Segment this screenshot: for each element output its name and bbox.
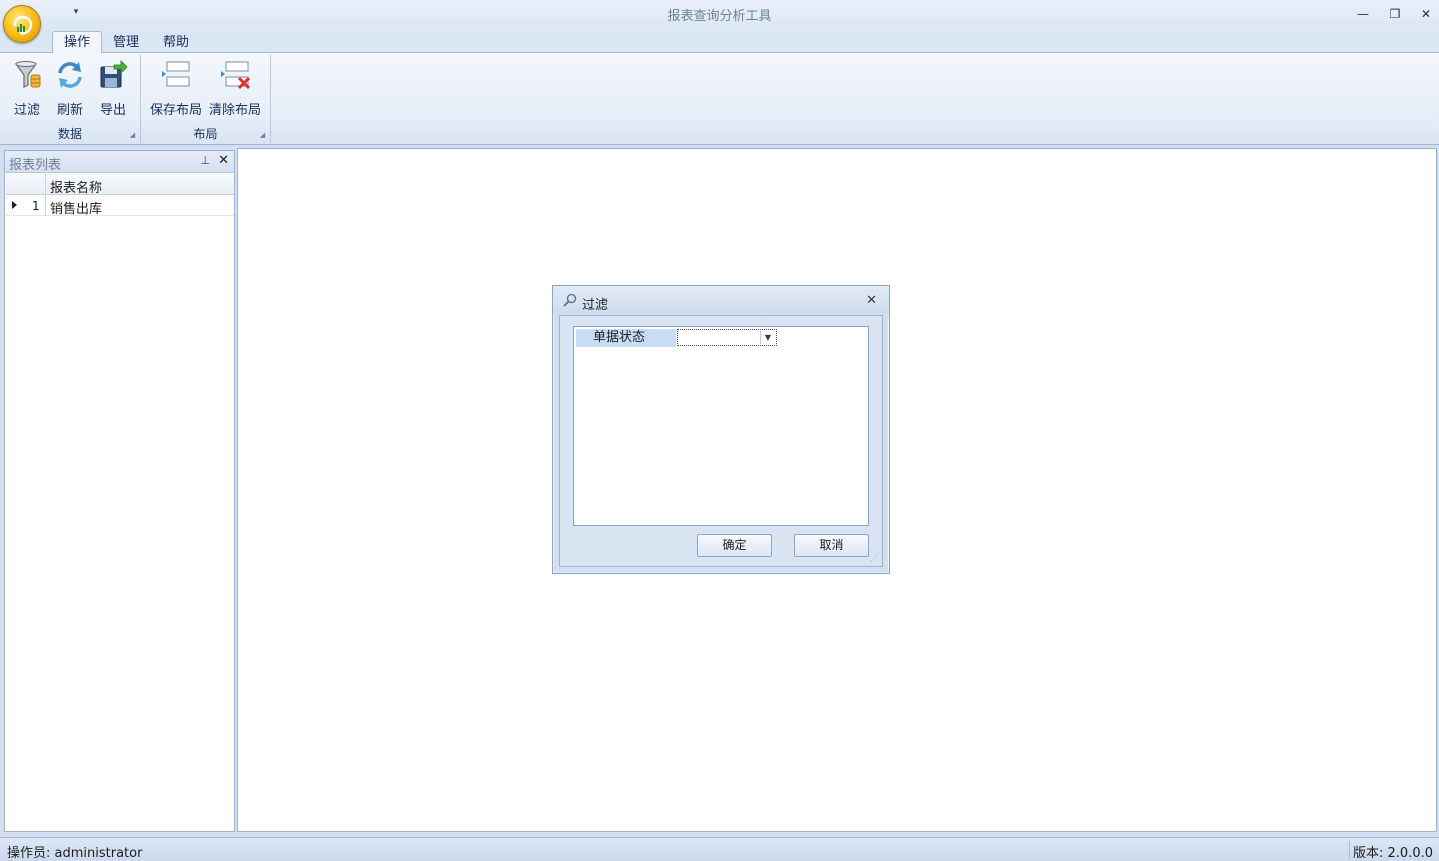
pin-icon[interactable]: ⊥ bbox=[200, 154, 210, 167]
clear-layout-button[interactable]: 清除布局 bbox=[209, 59, 262, 118]
export-icon bbox=[100, 60, 128, 88]
app-logo-icon bbox=[13, 15, 33, 36]
close-button[interactable]: ✕ bbox=[1416, 6, 1436, 22]
save-layout-button-label: 保存布局 bbox=[150, 103, 203, 118]
magnifier-icon bbox=[563, 293, 577, 307]
resize-grip-icon[interactable]: ⋰ bbox=[870, 554, 880, 564]
report-list-panel: 报表列表 ⊥ ✕ 报表名称 1 销售出库 bbox=[4, 150, 235, 832]
report-name-cell[interactable]: 销售出库 bbox=[50, 198, 102, 217]
table-row[interactable]: 1 销售出库 bbox=[6, 195, 234, 217]
dialog-close-icon[interactable]: ✕ bbox=[866, 293, 877, 308]
quick-access-dropdown-icon[interactable]: ▾ bbox=[70, 7, 82, 21]
refresh-icon bbox=[58, 62, 82, 88]
row-number: 1 bbox=[32, 199, 40, 213]
row-indicator: 1 bbox=[6, 195, 46, 216]
clear-layout-button-label: 清除布局 bbox=[209, 103, 262, 118]
filter-button[interactable]: 过滤 bbox=[8, 59, 46, 118]
window-title: 报表查询分析工具 bbox=[667, 9, 772, 24]
restore-button[interactable]: ❐ bbox=[1385, 6, 1405, 22]
report-grid: 报表名称 1 销售出库 bbox=[6, 174, 234, 217]
panel-close-icon[interactable]: ✕ bbox=[218, 153, 229, 168]
app-menu-button[interactable] bbox=[3, 5, 41, 43]
filter-button-label: 过滤 bbox=[13, 103, 40, 118]
tab-help[interactable]: 帮助 bbox=[152, 34, 200, 54]
group-launcher-icon[interactable]: ◢ bbox=[258, 131, 267, 140]
save-layout-button[interactable]: 保存布局 bbox=[150, 59, 203, 118]
save-layout-icon bbox=[162, 61, 190, 87]
minimize-button[interactable]: — bbox=[1353, 6, 1373, 22]
cancel-button[interactable]: 取消 bbox=[794, 534, 869, 557]
ribbon-tab-bar: 操作 管理 帮助 bbox=[0, 30, 1439, 54]
status-version: 版本: 2.0.0.0 bbox=[1353, 846, 1433, 861]
filter-dialog-body: 单据状态 ▼ 确定 取消 ⋰ bbox=[559, 315, 883, 567]
filter-dialog-titlebar[interactable]: 过滤 ✕ bbox=[553, 286, 889, 314]
filter-icon bbox=[14, 61, 41, 88]
chevron-down-icon[interactable]: ▼ bbox=[760, 331, 775, 344]
ribbon-group-data-title: 数据 bbox=[57, 127, 82, 141]
export-button-label: 导出 bbox=[99, 103, 126, 118]
refresh-button[interactable]: 刷新 bbox=[51, 59, 89, 118]
status-divider bbox=[1349, 841, 1350, 859]
document-status-combo[interactable]: ▼ bbox=[677, 329, 777, 346]
tab-operation[interactable]: 操作 bbox=[52, 31, 103, 54]
export-button[interactable]: 导出 bbox=[94, 59, 132, 118]
group-launcher-icon[interactable]: ◢ bbox=[128, 131, 137, 140]
field-label-document-status: 单据状态 bbox=[576, 329, 676, 347]
report-list-header: 报表列表 ⊥ ✕ bbox=[5, 151, 234, 173]
tab-manage[interactable]: 管理 bbox=[102, 34, 150, 54]
report-list-title: 报表列表 bbox=[9, 158, 62, 173]
ok-button[interactable]: 确定 bbox=[697, 534, 772, 557]
filter-dialog: 过滤 ✕ 单据状态 ▼ 确定 取消 ⋰ bbox=[552, 285, 890, 574]
row-indicator-header bbox=[6, 174, 46, 195]
filter-dialog-title: 过滤 bbox=[582, 298, 609, 313]
current-row-arrow-icon bbox=[12, 201, 17, 209]
ribbon-group-layout-title: 布局 bbox=[193, 127, 218, 141]
refresh-button-label: 刷新 bbox=[56, 103, 83, 118]
status-bar: 操作员: administrator 版本: 2.0.0.0 bbox=[0, 837, 1439, 861]
filter-criteria-area: 单据状态 ▼ bbox=[573, 326, 869, 526]
ribbon: 过滤 刷新 导出 数据 ◢ 保存布局 清除布局 布局 ◢ bbox=[0, 53, 1439, 145]
column-header-report-name[interactable]: 报表名称 bbox=[50, 177, 102, 196]
grid-header: 报表名称 bbox=[6, 174, 234, 196]
clear-layout-icon bbox=[221, 61, 251, 90]
title-bar: 报表查询分析工具 ▾ — ❐ ✕ bbox=[0, 0, 1439, 30]
status-operator: 操作员: administrator bbox=[7, 846, 143, 861]
ribbon-group-data: 过滤 刷新 导出 数据 ◢ bbox=[0, 55, 141, 143]
ribbon-group-layout: 保存布局 清除布局 布局 ◢ bbox=[141, 55, 271, 143]
